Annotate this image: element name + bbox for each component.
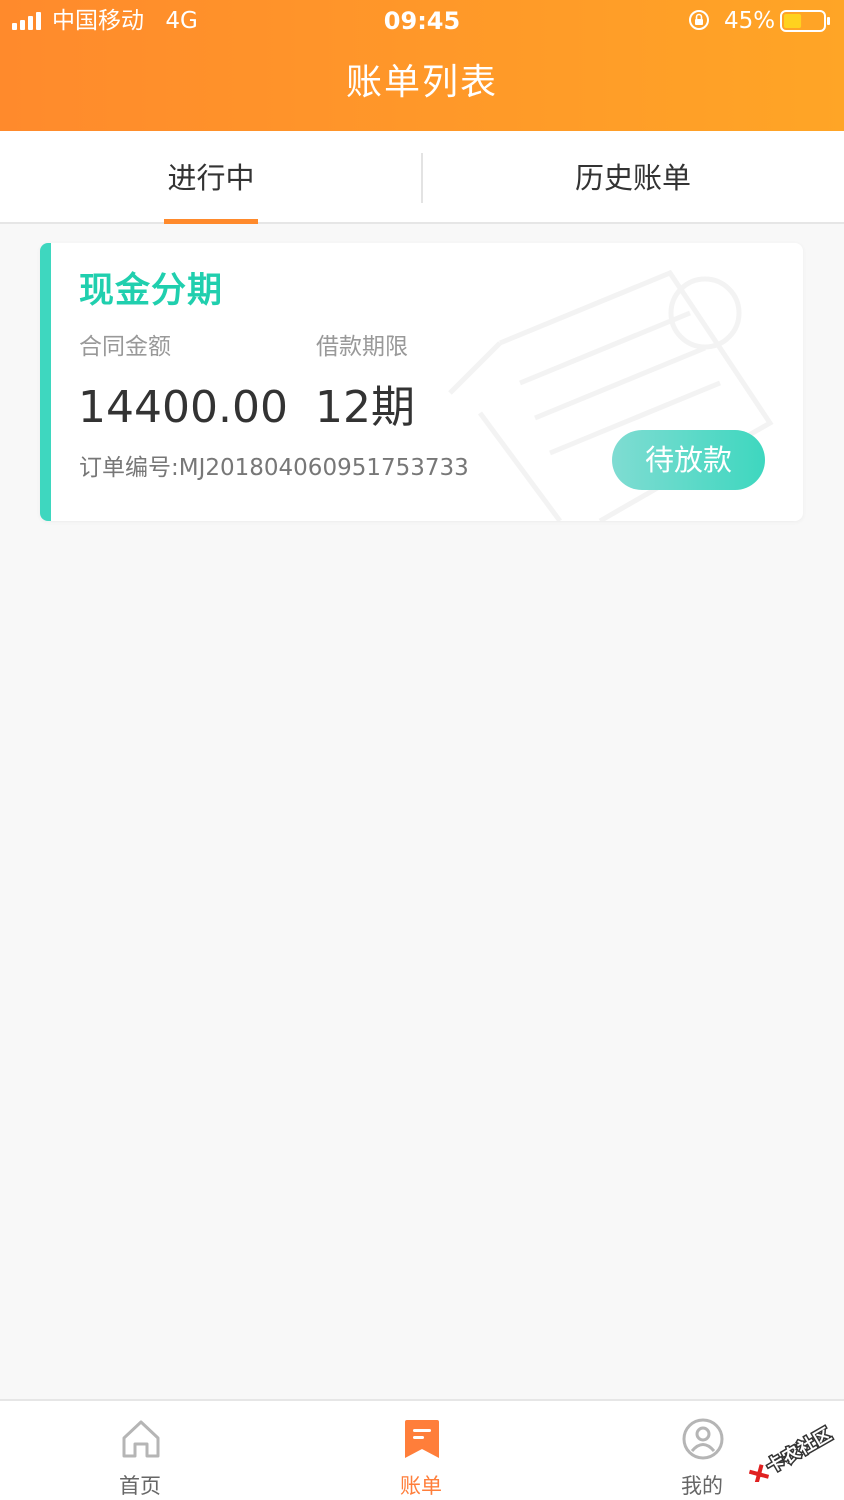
home-icon bbox=[122, 1420, 160, 1458]
contract-amount-value: 14400.00 bbox=[78, 382, 288, 433]
order-number-value: MJ201804060951753733 bbox=[178, 455, 469, 481]
active-tab-indicator bbox=[164, 219, 258, 224]
battery-percent: 45% bbox=[724, 8, 776, 34]
community-logo-icon: 卡农社区 bbox=[748, 1422, 837, 1482]
loan-term-label: 借款期限 bbox=[316, 334, 408, 360]
tab-bar: 进行中 历史账单 bbox=[0, 131, 844, 224]
nav-bill-label: 账单 bbox=[400, 1474, 442, 1498]
bill-card[interactable]: 现金分期 合同金额 借款期限 14400.00 12期 订单编号:MJ20180… bbox=[40, 243, 803, 521]
bottom-nav: 首页 账单 我的 bbox=[0, 1399, 844, 1500]
product-name: 现金分期 bbox=[79, 271, 224, 311]
page-title: 账单列表 bbox=[345, 62, 498, 103]
card-accent-stripe bbox=[40, 243, 51, 521]
battery-icon bbox=[780, 10, 830, 32]
profile-icon bbox=[682, 1418, 724, 1460]
order-number-row: 订单编号:MJ201804060951753733 bbox=[79, 453, 469, 483]
loan-term-value: 12期 bbox=[315, 382, 415, 433]
status-bar: 中国移动 4G 09:45 45% bbox=[0, 0, 844, 42]
nav-home-label: 首页 bbox=[119, 1474, 161, 1498]
bill-icon bbox=[405, 1420, 439, 1458]
tab-history-bills[interactable]: 历史账单 bbox=[422, 131, 844, 223]
nav-bill[interactable]: 账单 bbox=[321, 1401, 521, 1500]
app-header: 中国移动 4G 09:45 45% 账单列表 bbox=[0, 0, 844, 131]
clock: 09:45 bbox=[383, 7, 461, 35]
svg-text:卡农社区: 卡农社区 bbox=[763, 1423, 836, 1477]
order-number-label: 订单编号: bbox=[79, 455, 179, 481]
contract-amount-label: 合同金额 bbox=[79, 334, 171, 360]
orientation-lock-icon bbox=[689, 10, 709, 30]
tab-in-progress[interactable]: 进行中 bbox=[0, 131, 422, 223]
pending-disbursement-button[interactable]: 待放款 bbox=[612, 430, 765, 490]
nav-home[interactable]: 首页 bbox=[40, 1401, 240, 1500]
